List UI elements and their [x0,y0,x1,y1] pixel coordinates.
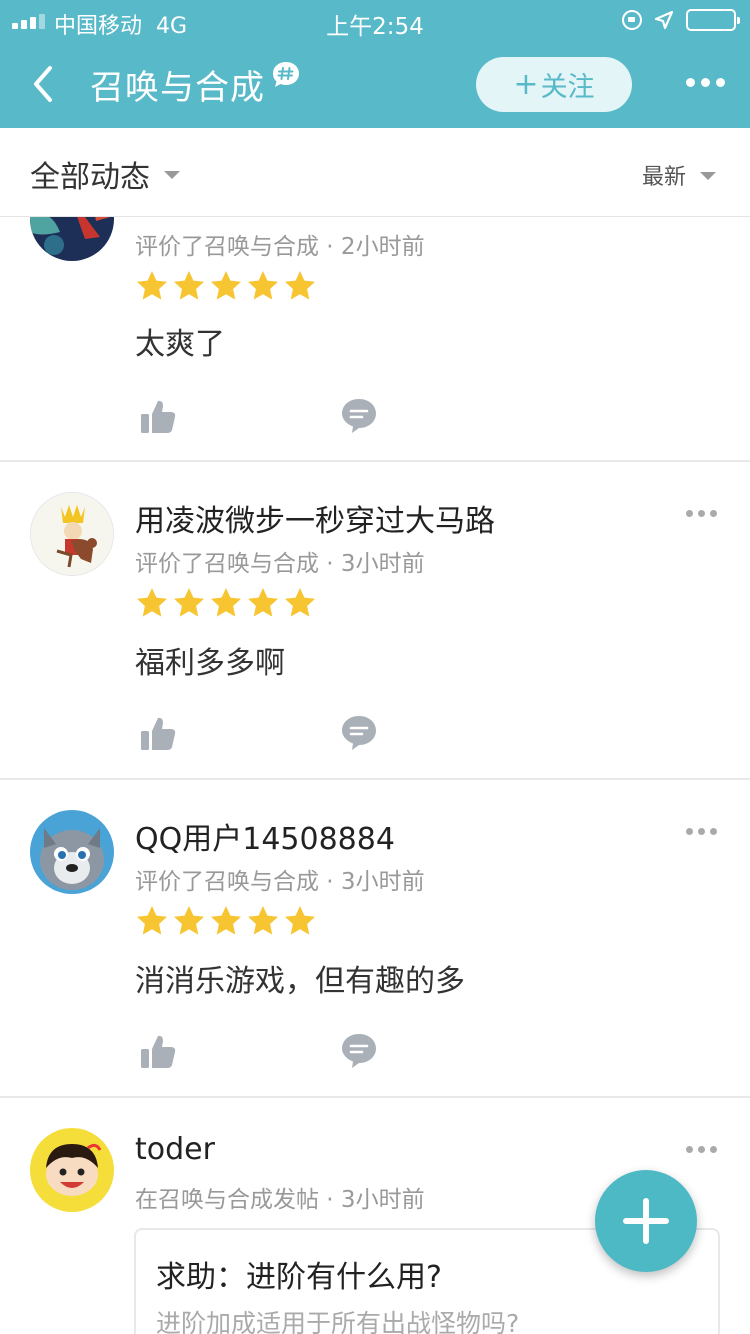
activity-meta: 评价了召唤与合成 · 3小时前 [135,869,425,895]
hashtag-bubble-icon [271,60,301,90]
star-icon [174,906,204,935]
activity-filter-dropdown[interactable]: 全部动态 [30,152,180,196]
like-button[interactable] [138,1032,178,1072]
card-more-button[interactable] [686,510,717,517]
card-more-button[interactable] [686,1146,717,1153]
post-excerpt: 进阶加成适用于所有出战怪物吗? [156,1309,520,1334]
star-icon [137,906,167,935]
sort-dropdown[interactable]: 最新 [642,159,716,191]
review-text: 太爽了 [135,327,225,362]
comment-button[interactable] [340,397,378,435]
comment-button[interactable] [340,1032,378,1070]
status-icons [622,9,740,31]
plus-icon [623,1198,669,1244]
create-post-button[interactable] [595,1170,697,1272]
activity-meta: 评价了召唤与合成 · 2小时前 [135,234,425,260]
page-title: 召唤与合成 [90,68,265,108]
star-rating [135,586,317,620]
star-icon [211,271,241,300]
avatar[interactable] [30,217,114,261]
comment-bubble-icon [342,399,376,433]
star-icon [211,588,241,617]
avatar[interactable] [30,810,114,894]
star-icon [285,271,315,300]
avatar[interactable] [30,1128,114,1212]
ellipsis-icon [686,1146,693,1153]
like-button[interactable] [138,397,178,437]
username[interactable]: 用凌波微步一秒穿过大马路 [135,496,495,540]
star-icon [248,906,278,935]
top-bar: 中国移动 4G 上午2:54 召唤与合成 + 关注 [0,0,750,128]
caret-down-icon [164,171,180,179]
post-title: 求助：进阶有什么用? [156,1260,442,1295]
like-button[interactable] [138,714,178,754]
star-icon [174,271,204,300]
sort-label: 最新 [641,165,686,190]
orientation-lock-icon [622,10,642,30]
card-more-button[interactable] [686,828,717,835]
star-icon [285,588,315,617]
thumbs-up-icon [141,400,176,433]
activity-meta: 在召唤与合成发帖 · 3小时前 [135,1187,425,1213]
star-icon [137,271,167,300]
back-button[interactable] [26,62,62,106]
feed-card: 评价了召唤与合成 · 2小时前 太爽了 [0,217,750,462]
plus-icon: + [513,66,539,102]
caret-down-icon [700,172,716,180]
star-icon [211,906,241,935]
status-bar: 中国移动 4G 上午2:54 [0,0,750,40]
star-rating [135,904,317,938]
thumbs-up-icon [141,717,176,750]
follow-button[interactable]: + 关注 [476,57,632,112]
battery-icon [686,9,740,31]
star-icon [137,588,167,617]
comment-button[interactable] [340,714,378,752]
review-text: 福利多多啊 [135,646,285,681]
more-options-button[interactable] [686,78,725,87]
username[interactable]: QQ用户14508884 [135,814,395,858]
activity-filter-label: 全部动态 [30,160,150,195]
follow-label: 关注 [540,72,595,103]
thumbs-up-icon [141,1035,176,1068]
feed-card: QQ用户14508884 评价了召唤与合成 · 3小时前 消消乐游戏，但有趣的多 [0,780,750,1098]
star-icon [248,271,278,300]
review-text: 消消乐游戏，但有趣的多 [135,964,465,999]
avatar[interactable] [30,492,114,576]
feed-card: 用凌波微步一秒穿过大马路 评价了召唤与合成 · 3小时前 福利多多啊 [0,462,750,780]
activity-meta: 评价了召唤与合成 · 3小时前 [135,551,425,577]
star-icon [248,588,278,617]
comment-bubble-icon [342,716,376,750]
ellipsis-icon [686,78,695,87]
star-icon [285,906,315,935]
ellipsis-icon [686,510,693,517]
star-rating [135,269,317,303]
filter-bar: 全部动态 最新 [0,128,750,217]
comment-bubble-icon [342,1034,376,1068]
chevron-left-icon [34,66,52,102]
star-icon [174,588,204,617]
username[interactable]: toder [135,1132,215,1167]
location-arrow-icon [654,10,674,30]
activity-feed[interactable]: 评价了召唤与合成 · 2小时前 太爽了 用凌波微步一秒穿过大马路 评价了召唤与合… [0,217,750,1334]
ellipsis-icon [686,828,693,835]
